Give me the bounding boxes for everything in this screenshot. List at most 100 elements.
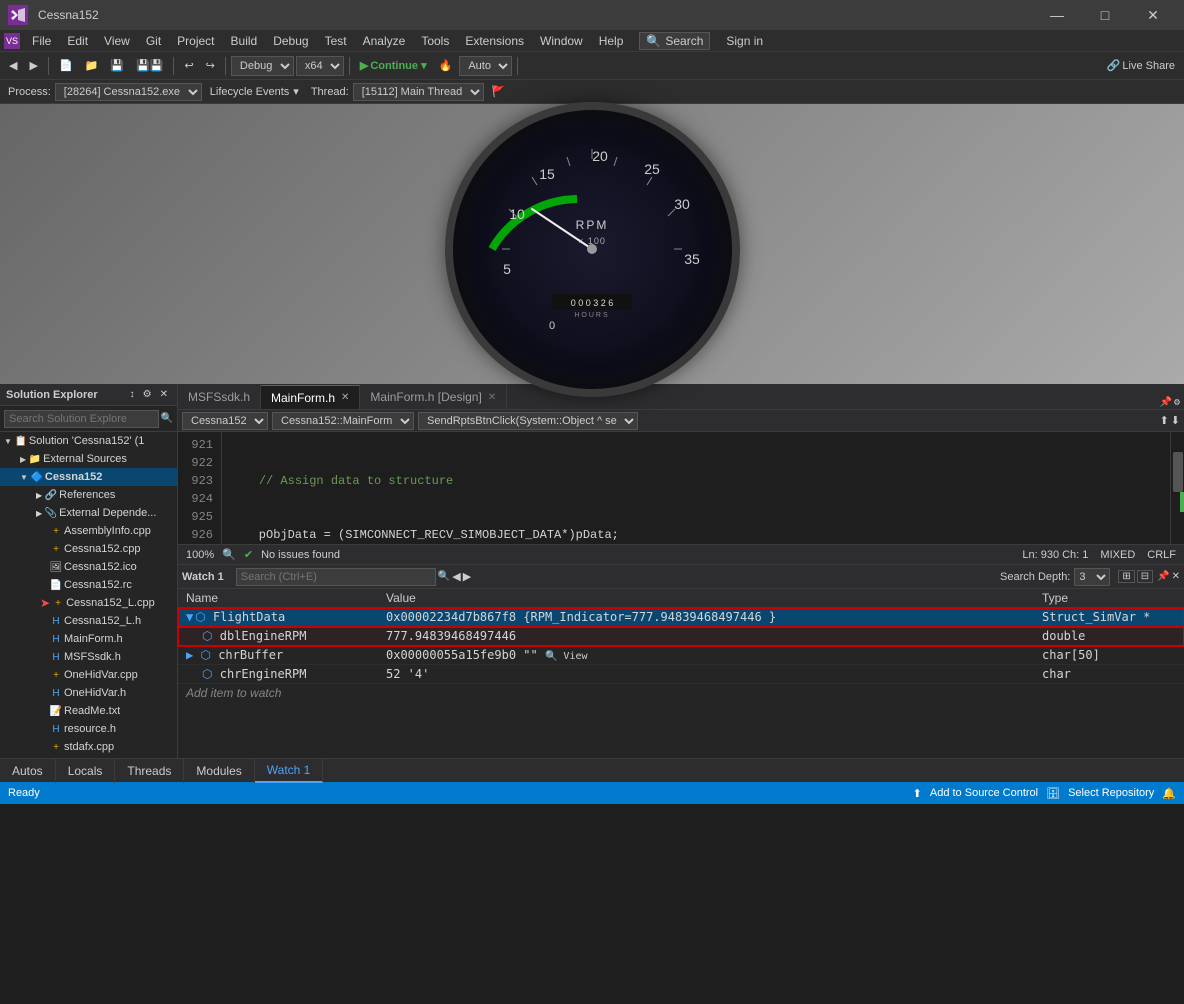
tab-watch1[interactable]: Watch 1 <box>255 759 324 783</box>
tab-threads[interactable]: Threads <box>115 759 184 783</box>
watch-expand-btn[interactable]: ⊞ <box>1118 570 1134 583</box>
zoom-icon[interactable]: 🔍 <box>222 548 236 561</box>
tab-msfssdk[interactable]: MSFSsdk.h <box>178 385 261 409</box>
tree-onehidvar-h[interactable]: HOneHidVar.h <box>0 684 177 702</box>
menu-tools[interactable]: Tools <box>413 30 457 52</box>
class-context-dropdown[interactable]: Cessna152::MainForm <box>272 412 414 430</box>
tree-mainform-h[interactable]: HMainForm.h <box>0 630 177 648</box>
menu-project[interactable]: Project <box>169 30 222 52</box>
menu-test[interactable]: Test <box>317 30 355 52</box>
tree-project[interactable]: ▼ 🔷 Cessna152 <box>0 468 177 486</box>
tab-locals[interactable]: Locals <box>56 759 116 783</box>
search-input[interactable] <box>4 410 159 428</box>
platform-dropdown[interactable]: x64 <box>296 56 344 76</box>
tree-content[interactable]: ▼ 📋 Solution 'Cessna152' (1 ▶ 📁 External… <box>0 432 177 758</box>
expand-icon[interactable]: ⬆ <box>1160 414 1169 427</box>
pin-button[interactable]: 📌 <box>1160 397 1172 409</box>
tree-references[interactable]: ▶🔗References <box>0 486 177 504</box>
tree-cessna152l-cpp[interactable]: ➤+Cessna152_L.cpp <box>0 594 177 612</box>
tab-autos[interactable]: Autos <box>0 759 56 783</box>
menu-window[interactable]: Window <box>532 30 591 52</box>
tree-cessna152-cpp[interactable]: +Cessna152.cpp <box>0 540 177 558</box>
tree-onehidvar-cpp[interactable]: +OneHidVar.cpp <box>0 666 177 684</box>
tab-modules[interactable]: Modules <box>184 759 254 783</box>
menu-file[interactable]: File <box>24 30 59 52</box>
notification-icon[interactable]: 🔔 <box>1162 787 1176 800</box>
add-source-label[interactable]: Add to Source Control <box>930 787 1038 799</box>
watch-row-dblengine[interactable]: ⬡ dblEngineRPM 777.94839468497446 double <box>178 627 1184 646</box>
menu-git[interactable]: Git <box>138 30 169 52</box>
menu-view[interactable]: View <box>96 30 138 52</box>
close-panel-button[interactable]: ✕ <box>157 388 171 401</box>
watch-forward-icon[interactable]: ▶ <box>463 570 471 583</box>
watch-collapse-btn[interactable]: ⊟ <box>1137 570 1153 583</box>
save-button[interactable]: 💾 <box>105 56 129 75</box>
settings-icon[interactable]: ⚙ <box>1174 397 1180 409</box>
editor-scrollbar[interactable] <box>1170 432 1184 544</box>
sync-button[interactable]: ↕ <box>127 388 138 401</box>
process-dropdown[interactable]: [28264] Cessna152.exe <box>55 83 202 101</box>
tree-readme[interactable]: 📝ReadMe.txt <box>0 702 177 720</box>
project-context-dropdown[interactable]: Cessna152 <box>182 412 268 430</box>
save-all-button[interactable]: 💾💾 <box>131 56 168 75</box>
watch-row-chrbuffer[interactable]: ▶ ⬡ chrBuffer 0x00000055a15fe9b0 "" 🔍 Vi… <box>178 646 1184 665</box>
tree-resource-h[interactable]: Hresource.h <box>0 720 177 738</box>
collapse-icon[interactable]: ⬇ <box>1171 414 1180 427</box>
watch-row-chrengine[interactable]: ⬡ chrEngineRPM 52 '4' char <box>178 665 1184 684</box>
watch-search-icon[interactable]: 🔍 <box>438 571 450 582</box>
minimize-button[interactable]: — <box>1034 0 1080 30</box>
live-share-button[interactable]: 🔗 Live Share <box>1102 56 1180 75</box>
maximize-button[interactable]: □ <box>1082 0 1128 30</box>
tree-cessna152-ico[interactable]: 🖼Cessna152.ico <box>0 558 177 576</box>
auto-dropdown[interactable]: Auto <box>459 56 512 76</box>
watch-depth-select[interactable]: 3 <box>1074 568 1110 586</box>
status-bar-right: ⬆ Add to Source Control 🗄 Select Reposit… <box>913 787 1176 800</box>
debug-mode-dropdown[interactable]: Debug <box>231 56 294 76</box>
tab-design-close[interactable]: ✕ <box>488 392 496 403</box>
new-file-button[interactable]: 📄 <box>54 56 78 75</box>
continue-button[interactable]: ▶ ▶ Continue Continue ▾ <box>355 56 432 75</box>
sign-in-button[interactable]: Sign in <box>718 30 771 52</box>
main-layout: Solution Explorer ↕ ⚙ ✕ 🔍 ▼ 📋 Solution '… <box>0 384 1184 758</box>
watch-back-icon[interactable]: ◀ <box>452 570 460 583</box>
select-repo-label[interactable]: Select Repository <box>1068 787 1154 799</box>
tree-msfssdk-h[interactable]: HMSFSsdk.h <box>0 648 177 666</box>
undo-button[interactable]: ↩ <box>179 56 198 75</box>
close-button[interactable]: ✕ <box>1130 0 1176 30</box>
obj-icon3: ⬡ <box>200 648 210 662</box>
watch-pin-btn[interactable]: 📌 <box>1157 571 1169 582</box>
tree-external-sources[interactable]: ▶ 📁 External Sources <box>0 450 177 468</box>
tab-mainform-close[interactable]: ✕ <box>341 392 349 403</box>
tree-cessna152-rc[interactable]: 📄Cessna152.rc <box>0 576 177 594</box>
watch-close-btn[interactable]: ✕ <box>1172 571 1180 582</box>
tab-mainform[interactable]: MainForm.h ✕ <box>261 385 360 409</box>
watch-add-item[interactable]: Add item to watch <box>178 684 1184 702</box>
watch-title: Watch 1 <box>182 571 224 583</box>
menu-debug[interactable]: Debug <box>265 30 316 52</box>
menu-search[interactable]: 🔍 Search <box>639 32 710 50</box>
watch-search-input[interactable] <box>236 568 436 586</box>
forward-button[interactable]: ▶ <box>24 56 42 75</box>
menu-extensions[interactable]: Extensions <box>457 30 532 52</box>
tree-stdafx-cpp[interactable]: +stdafx.cpp <box>0 738 177 756</box>
menu-edit[interactable]: Edit <box>59 30 96 52</box>
settings-button[interactable]: ⚙ <box>140 388 155 401</box>
tree-assemblyinfo[interactable]: +AssemblyInfo.cpp <box>0 522 177 540</box>
tree-ext-dep[interactable]: ▶📎External Depende... <box>0 504 177 522</box>
menu-help[interactable]: Help <box>591 30 632 52</box>
menu-build[interactable]: Build <box>223 30 266 52</box>
tree-cessna152l-h[interactable]: HCessna152_L.h <box>0 612 177 630</box>
view-btn[interactable]: 🔍 View <box>545 651 588 662</box>
editor-header-buttons: 📌 ⚙ <box>1160 397 1184 409</box>
tree-solution[interactable]: ▼ 📋 Solution 'Cessna152' (1 <box>0 432 177 450</box>
search-btn[interactable]: 🔍 <box>161 413 173 424</box>
code-content[interactable]: // Assign data to structure pObjData = (… <box>222 432 1170 544</box>
open-button[interactable]: 📁 <box>80 56 104 75</box>
menu-analyze[interactable]: Analyze <box>355 30 414 52</box>
method-context-dropdown[interactable]: SendRptsBtnClick(System::Object ^ sender… <box>418 412 638 430</box>
fire-button[interactable]: 🔥 <box>434 56 458 75</box>
thread-dropdown[interactable]: [15112] Main Thread <box>353 83 484 101</box>
redo-button[interactable]: ↪ <box>201 56 220 75</box>
back-button[interactable]: ◀ <box>4 56 22 75</box>
watch-row-flightdata[interactable]: ▼⬡ FlightData 0x00002234d7b867f8 {RPM_In… <box>178 608 1184 627</box>
